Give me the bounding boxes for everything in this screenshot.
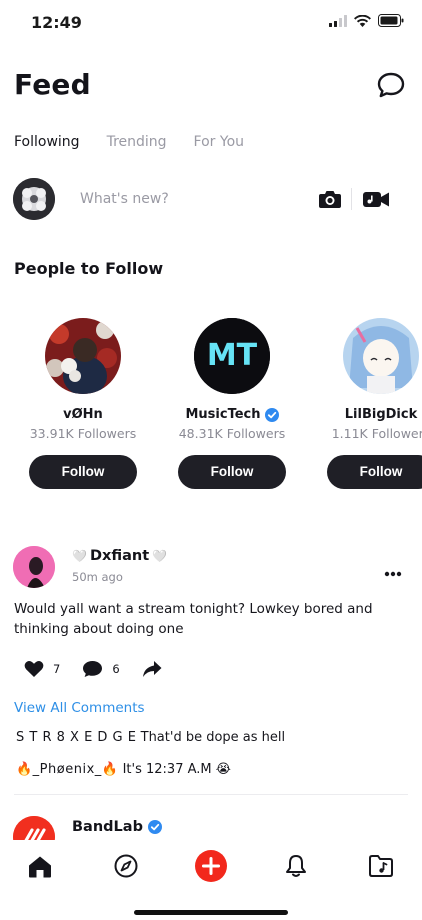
nav-explore[interactable] [110,850,142,882]
nav-library[interactable] [365,850,397,882]
plus-icon [195,850,227,882]
post-author-name: Dxfiant [89,548,150,564]
comment-text: It's 12:37 A.M 😭 [122,762,231,777]
comment-item: S T R 8 X E D G E That'd be dope as hell [16,730,285,745]
more-horizontal-icon [384,571,402,577]
musictech-logo-text: MT [207,338,258,373]
music-folder-icon [369,855,393,877]
comment-author[interactable]: 🔥_Phøenix_🔥 [16,762,118,777]
person-name[interactable]: LilBigDick [326,407,422,422]
like-count: 7 [53,662,61,676]
musictech-logo: MT [194,318,270,394]
post-more-button[interactable] [384,562,402,581]
user-avatar-image [13,178,55,220]
post-actions: 7 6 [24,660,184,678]
tab-for-you[interactable]: For You [194,134,244,150]
nav-notifications[interactable] [280,850,312,882]
status-icons [329,14,404,27]
video-camera-icon [363,192,389,207]
camera-icon [319,191,341,208]
composer-divider [351,188,352,210]
next-post-author-name: BandLab [72,819,143,835]
tab-following[interactable]: Following [14,134,80,150]
next-post-author[interactable]: BandLab [72,819,162,835]
like-button[interactable]: 7 [24,660,60,678]
heart-icon [24,660,44,677]
cellular-signal-icon [329,14,347,27]
comment-item: 🔥_Phøenix_🔥 It's 12:37 A.M 😭 [16,762,231,777]
comment-bubble-icon [83,661,103,677]
post-text: Would yall want a stream tonight? Lowkey… [14,601,373,637]
verified-badge-icon [147,820,162,834]
person-avatar-image [45,318,121,394]
wifi-icon [354,14,371,27]
person-name[interactable]: vØHn [28,407,138,422]
post-author-avatar-image [13,546,55,588]
person-card[interactable]: MT MusicTech 48.31K Followers Follow [177,316,287,489]
comment-button[interactable]: 6 [82,660,120,678]
person-avatar[interactable] [343,318,419,394]
people-to-follow-title: People to Follow [14,259,164,278]
page-title: Feed [14,68,91,101]
post-time: 50m ago [72,570,123,584]
follow-button[interactable]: Follow [29,455,137,489]
feed-tabs: Following Trending For You [14,134,244,150]
person-card[interactable]: vØHn 33.91K Followers Follow [28,316,138,489]
follow-button[interactable]: Follow [327,455,422,489]
person-followers: 1.11K Followers [331,426,422,441]
person-card[interactable]: LilBigDick 1.11K Followers Follow [326,316,422,489]
comment-author[interactable]: S T R 8 X E D G E [16,730,136,745]
bottom-navigation [0,840,422,920]
messages-button[interactable] [376,70,406,100]
status-time: 12:49 [31,13,82,32]
post-composer: What's new? [13,178,409,222]
person-avatar-image [343,318,419,394]
person-avatar[interactable]: MT [194,318,270,394]
post-author-avatar[interactable] [13,546,55,588]
share-arrow-icon [142,661,162,677]
person-name[interactable]: MusicTech [177,407,287,422]
view-all-comments-link[interactable]: View All Comments [14,700,145,716]
bell-icon [286,855,306,877]
person-followers: 33.91K Followers [29,426,137,441]
nav-home[interactable] [24,850,56,882]
tab-trending[interactable]: Trending [107,134,167,150]
share-button[interactable] [142,660,162,678]
home-icon [29,856,51,877]
compass-icon [114,854,138,878]
follow-button[interactable]: Follow [178,455,286,489]
post-separator [14,794,408,795]
heart-emoji: 🤍 [72,549,87,563]
nav-create[interactable] [195,850,227,882]
user-avatar[interactable] [13,178,55,220]
video-button[interactable] [362,188,390,214]
person-followers: 48.31K Followers [178,426,286,441]
whats-new-input[interactable]: What's new? [80,191,169,207]
chat-bubble-icon [377,72,405,98]
battery-icon [378,14,404,27]
home-indicator [134,910,288,915]
status-bar: 12:49 [0,0,422,48]
header: Feed [0,60,422,112]
verified-badge-icon [264,407,279,422]
comment-text: That'd be dope as hell [140,730,286,745]
heart-emoji: 🤍 [152,549,168,563]
post-author[interactable]: 🤍 Dxfiant 🤍 [72,548,167,564]
camera-button[interactable] [318,188,342,214]
person-avatar[interactable] [45,318,121,394]
comment-count: 6 [112,662,120,676]
people-carousel[interactable]: vØHn 33.91K Followers Follow MT MusicTec… [0,316,422,496]
